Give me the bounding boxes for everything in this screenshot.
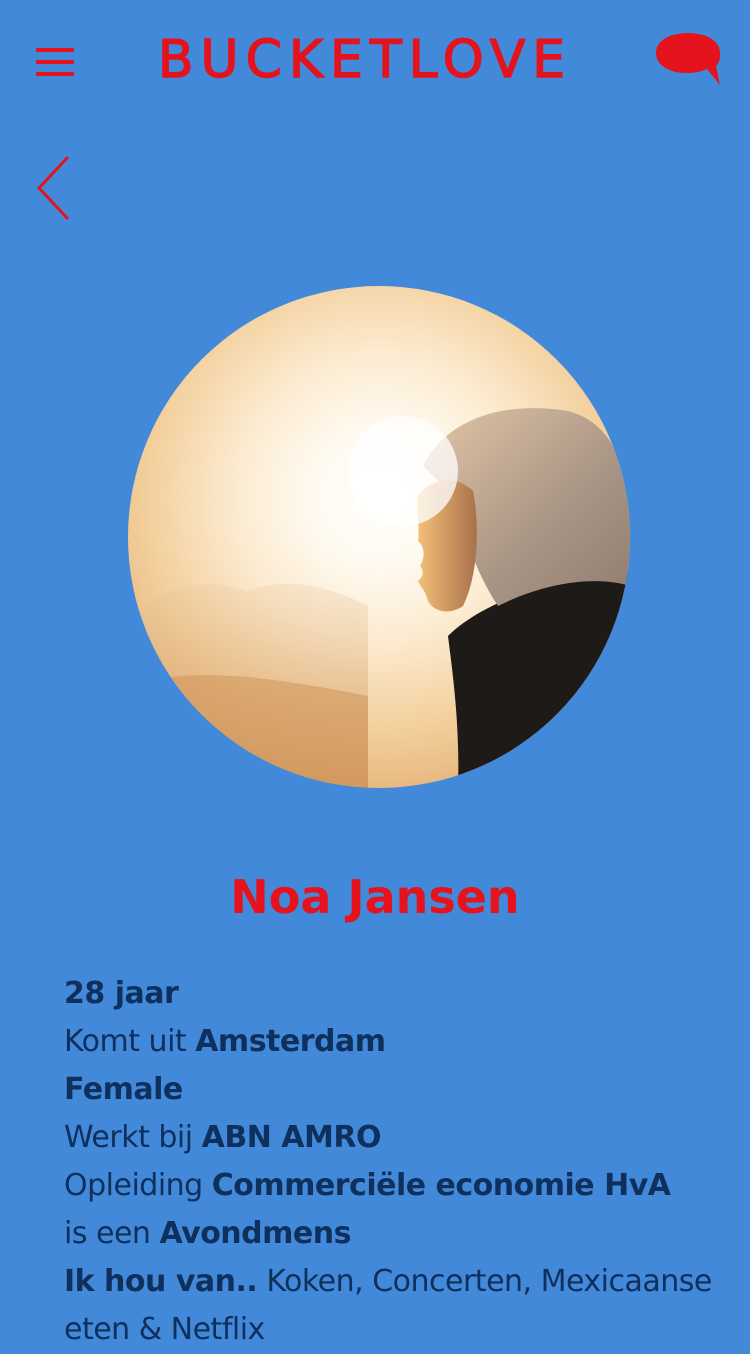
speech-bubble-icon [656,33,720,85]
work-line: Werkt bij ABN AMRO [64,1114,714,1162]
menu-button[interactable] [36,44,74,80]
education-line: Opleiding Commerciële economie HvA [64,1162,714,1210]
top-bar: BUCKETLOVE [0,0,750,120]
personality-label: is een [64,1216,151,1251]
age-value: 28 jaar [64,976,179,1011]
profile-name: Noa Jansen [230,870,520,924]
work-label: Werkt bij [64,1120,193,1155]
back-button[interactable] [34,154,74,222]
personality-line: is een Avondmens [64,1210,714,1258]
likes-line: Ik hou van.. Koken, Concerten, Mexicaans… [64,1258,714,1354]
origin-label: Komt uit [64,1024,187,1059]
education-value: Commerciële economie HvA [211,1168,671,1203]
origin-line: Komt uit Amsterdam [64,1018,714,1066]
chevron-left-icon [36,155,70,221]
work-value: ABN AMRO [201,1120,382,1155]
hamburger-menu-icon [36,48,74,52]
profile-details: 28 jaar Komt uit Amsterdam Female Werkt … [64,970,714,1354]
age-line: 28 jaar [64,970,714,1018]
personality-value: Avondmens [159,1216,351,1251]
education-label: Opleiding [64,1168,203,1203]
profile-photo [128,286,630,788]
origin-value: Amsterdam [195,1024,386,1059]
likes-label: Ik hou van.. [64,1264,258,1299]
gender-line: Female [64,1066,714,1114]
app-logo[interactable]: BUCKETLOVE [140,29,590,91]
gender-value: Female [64,1072,183,1107]
chat-button[interactable] [654,30,722,88]
